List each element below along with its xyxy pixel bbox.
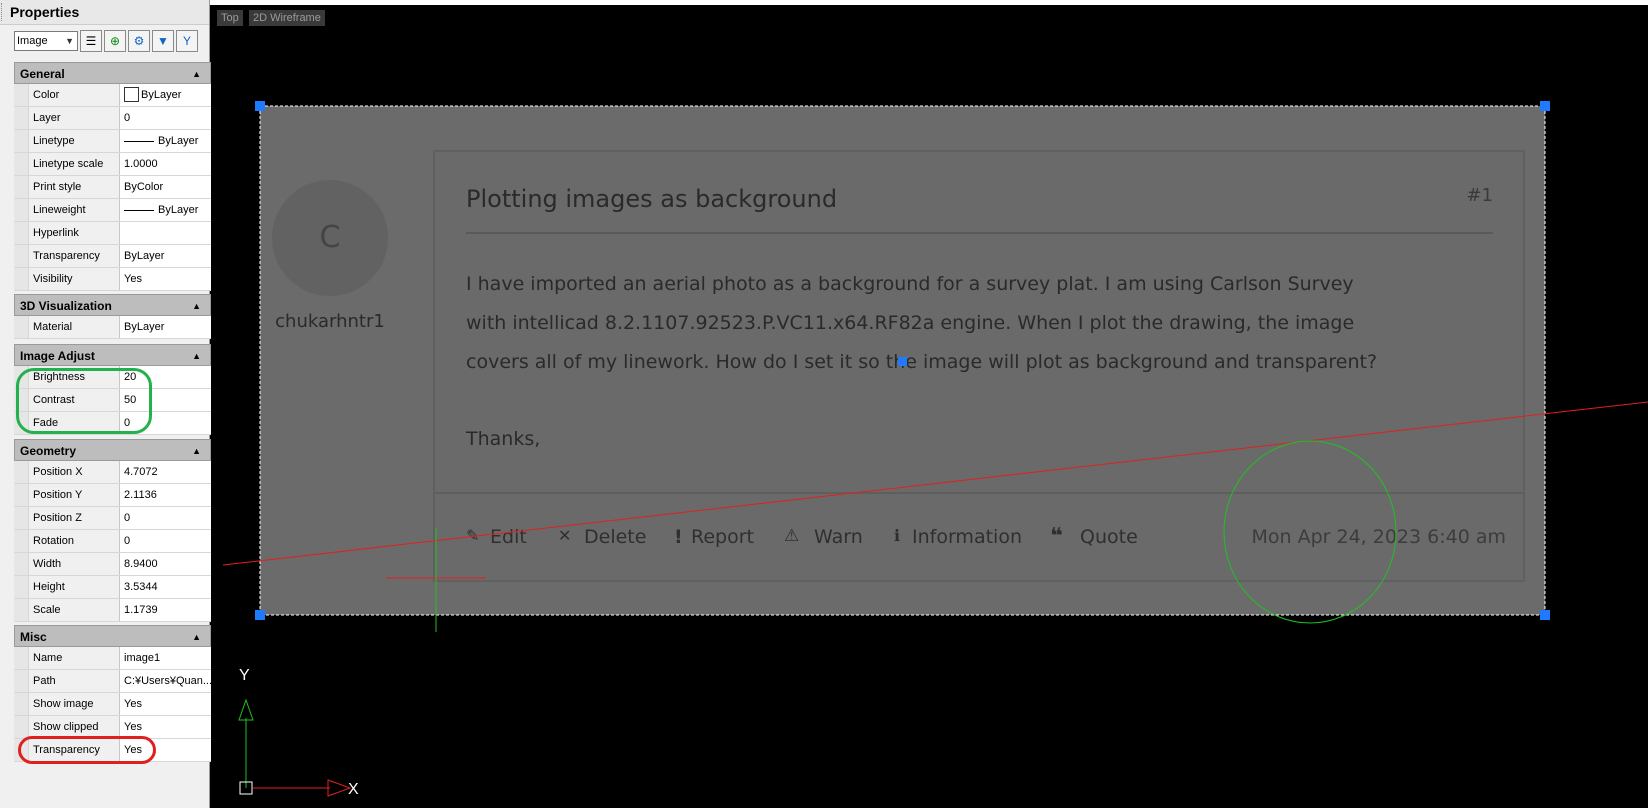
green-circle-entity[interactable]	[1223, 440, 1397, 624]
ucs-y-label: Y	[239, 667, 250, 684]
grip-bottom-left[interactable]	[255, 610, 265, 620]
grip-bottom-right[interactable]	[1540, 610, 1550, 620]
grip-center[interactable]	[898, 357, 907, 366]
ucs-x-arrow-icon	[327, 779, 352, 797]
ucs-x-label: X	[348, 781, 359, 798]
drawing-overlay: Y X	[222, 101, 1648, 798]
grip-top-left[interactable]	[255, 101, 265, 111]
grip-top-right[interactable]	[1540, 101, 1550, 111]
ucs-y-arrow-icon	[238, 698, 254, 721]
red-line-entity[interactable]	[222, 401, 1648, 566]
